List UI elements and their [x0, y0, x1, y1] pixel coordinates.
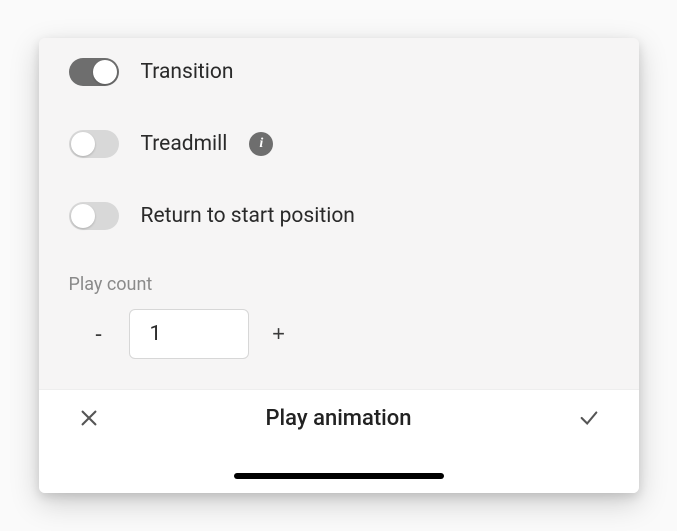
- toggle-knob: [93, 60, 117, 84]
- play-count-value[interactable]: 1: [129, 309, 249, 359]
- play-count-label: Play count: [69, 274, 609, 295]
- footer-actions: Play animation: [39, 390, 639, 446]
- home-indicator[interactable]: [234, 473, 444, 479]
- treadmill-row: Treadmill i: [69, 130, 609, 158]
- treadmill-toggle[interactable]: [69, 130, 119, 158]
- footer-bar: Play animation: [39, 389, 639, 493]
- info-icon[interactable]: i: [249, 132, 273, 156]
- close-icon[interactable]: [75, 404, 103, 432]
- footer-title: Play animation: [266, 406, 412, 431]
- transition-toggle[interactable]: [69, 58, 119, 86]
- return-start-label: Return to start position: [141, 204, 355, 228]
- transition-label: Transition: [141, 60, 234, 84]
- play-count-stepper: - 1 +: [69, 309, 609, 359]
- transition-row: Transition: [69, 58, 609, 86]
- return-start-row: Return to start position: [69, 202, 609, 230]
- settings-panel: Transition Treadmill i Return to start p…: [39, 38, 639, 493]
- decrement-button[interactable]: -: [69, 310, 129, 358]
- increment-button[interactable]: +: [249, 310, 309, 358]
- toggle-knob: [71, 204, 95, 228]
- toggle-knob: [71, 132, 95, 156]
- return-start-toggle[interactable]: [69, 202, 119, 230]
- panel-content: Transition Treadmill i Return to start p…: [39, 38, 639, 389]
- confirm-icon[interactable]: [575, 404, 603, 432]
- treadmill-label: Treadmill: [141, 132, 228, 156]
